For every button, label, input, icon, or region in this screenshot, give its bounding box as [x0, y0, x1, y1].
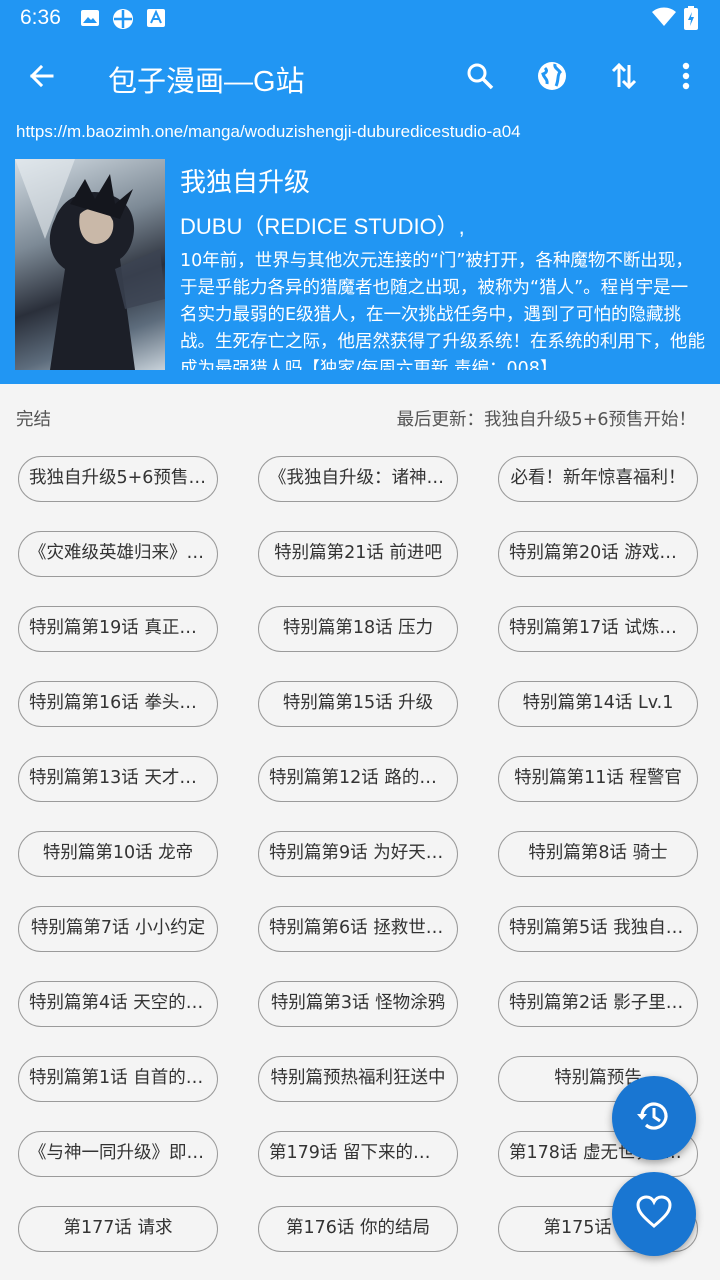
manga-url[interactable]: https://m.baozimh.one/manga/woduzishengj…: [16, 122, 521, 142]
last-update: 最后更新：我独自升级5+6预售开始！: [396, 410, 696, 430]
globe-icon: [536, 60, 568, 96]
back-button[interactable]: [18, 54, 66, 102]
chapter-chip[interactable]: 特别篇第8话 骑士: [498, 831, 698, 877]
app-title: 包子漫画—G站: [108, 66, 305, 98]
status-bar: 6:36: [0, 0, 720, 36]
chapter-chip[interactable]: 特别篇第5话 我独自升级: [498, 906, 698, 952]
manga-title: 我独自升级: [180, 168, 311, 198]
search-icon: [465, 61, 495, 95]
chapter-chip[interactable]: 特别篇第2话 影子里的人: [498, 981, 698, 1027]
sort-icon: [610, 61, 638, 95]
chapter-chip[interactable]: 《灾难级英雄归来》上线: [18, 531, 218, 577]
chapter-chip[interactable]: 特别篇第13话 天才画家: [18, 756, 218, 802]
manga-cover-image: [15, 159, 165, 370]
more-options-button[interactable]: [662, 54, 710, 102]
manga-status: 完结: [16, 410, 51, 430]
history-button[interactable]: [612, 1076, 696, 1160]
accessibility-a-icon: [146, 8, 166, 32]
more-vert-icon: [682, 62, 690, 94]
chapter-chip[interactable]: 第177话 请求: [18, 1206, 218, 1252]
chapter-chip[interactable]: 特别篇第17话 试炼之路: [498, 606, 698, 652]
toolbar: 包子漫画—G站: [0, 36, 720, 120]
chapter-chip[interactable]: 特别篇第9话 为好天下人: [258, 831, 458, 877]
chapter-chip[interactable]: 特别篇预热福利狂送中: [258, 1056, 458, 1102]
chapter-chip[interactable]: 必看！新年惊喜福利！: [498, 456, 698, 502]
chapter-chip[interactable]: 特别篇第6话 拯救世界的人: [258, 906, 458, 952]
sort-button[interactable]: [600, 54, 648, 102]
chapter-chip[interactable]: 特别篇第1话 自首的猎人: [18, 1056, 218, 1102]
chapter-chip[interactable]: 特别篇第21话 前进吧: [258, 531, 458, 577]
chapter-chip[interactable]: 特别篇第14话 Lv.1: [498, 681, 698, 727]
chapter-chip[interactable]: 特别篇第19话 真正的猎人: [18, 606, 218, 652]
history-icon: [635, 1097, 673, 1139]
app-header: 6:36 包子漫画—G站 https://m.baozimh.one/manga…: [0, 0, 720, 384]
chapter-chip[interactable]: 特别篇第16话 拳头是最好的: [18, 681, 218, 727]
chapter-chip[interactable]: 特别篇第4话 天空的守护者: [18, 981, 218, 1027]
chapter-chip[interactable]: 第176话 你的结局: [258, 1206, 458, 1252]
chapter-chip[interactable]: 特别篇第7话 小小约定: [18, 906, 218, 952]
chapter-chip[interactable]: 特别篇第11话 程警官: [498, 756, 698, 802]
wifi-icon: [652, 7, 676, 31]
manga-author[interactable]: DUBU（REDICE STUDIO）,: [180, 209, 465, 241]
chapter-chip[interactable]: 特别篇第12话 路的尽头: [258, 756, 458, 802]
chapter-chip[interactable]: 第179话 留下来的理由: [258, 1131, 458, 1177]
chapter-chip[interactable]: 特别篇第10话 龙帝: [18, 831, 218, 877]
chapter-chip[interactable]: 特别篇第18话 压力: [258, 606, 458, 652]
favorite-button[interactable]: [612, 1172, 696, 1256]
chapter-chip[interactable]: 特别篇第20话 游戏开始: [498, 531, 698, 577]
chapter-chip[interactable]: 《与神一同升级》即将上线: [18, 1131, 218, 1177]
chapter-chip[interactable]: 特别篇第15话 升级: [258, 681, 458, 727]
battery-charging-icon: [684, 6, 698, 34]
heart-outline-icon: [636, 1195, 672, 1233]
back-arrow-icon: [28, 62, 56, 94]
status-time: 6:36: [20, 6, 61, 29]
chapter-chip[interactable]: 《我独自升级：诸神黄昏》: [258, 456, 458, 502]
chapter-chip[interactable]: 我独自升级5+6预售开始！: [18, 456, 218, 502]
image-icon: [80, 8, 100, 32]
vpn-icon: [112, 8, 134, 34]
manga-description: 10年前，世界与其他次元连接的“门”被打开，各种魔物不断出现，于是乎能力各异的猎…: [180, 251, 705, 370]
open-in-browser-button[interactable]: [528, 54, 576, 102]
chapter-chip[interactable]: 特别篇第3话 怪物涂鸦: [258, 981, 458, 1027]
info-row: 完结 最后更新：我独自升级5+6预售开始！: [0, 404, 720, 434]
search-button[interactable]: [456, 54, 504, 102]
